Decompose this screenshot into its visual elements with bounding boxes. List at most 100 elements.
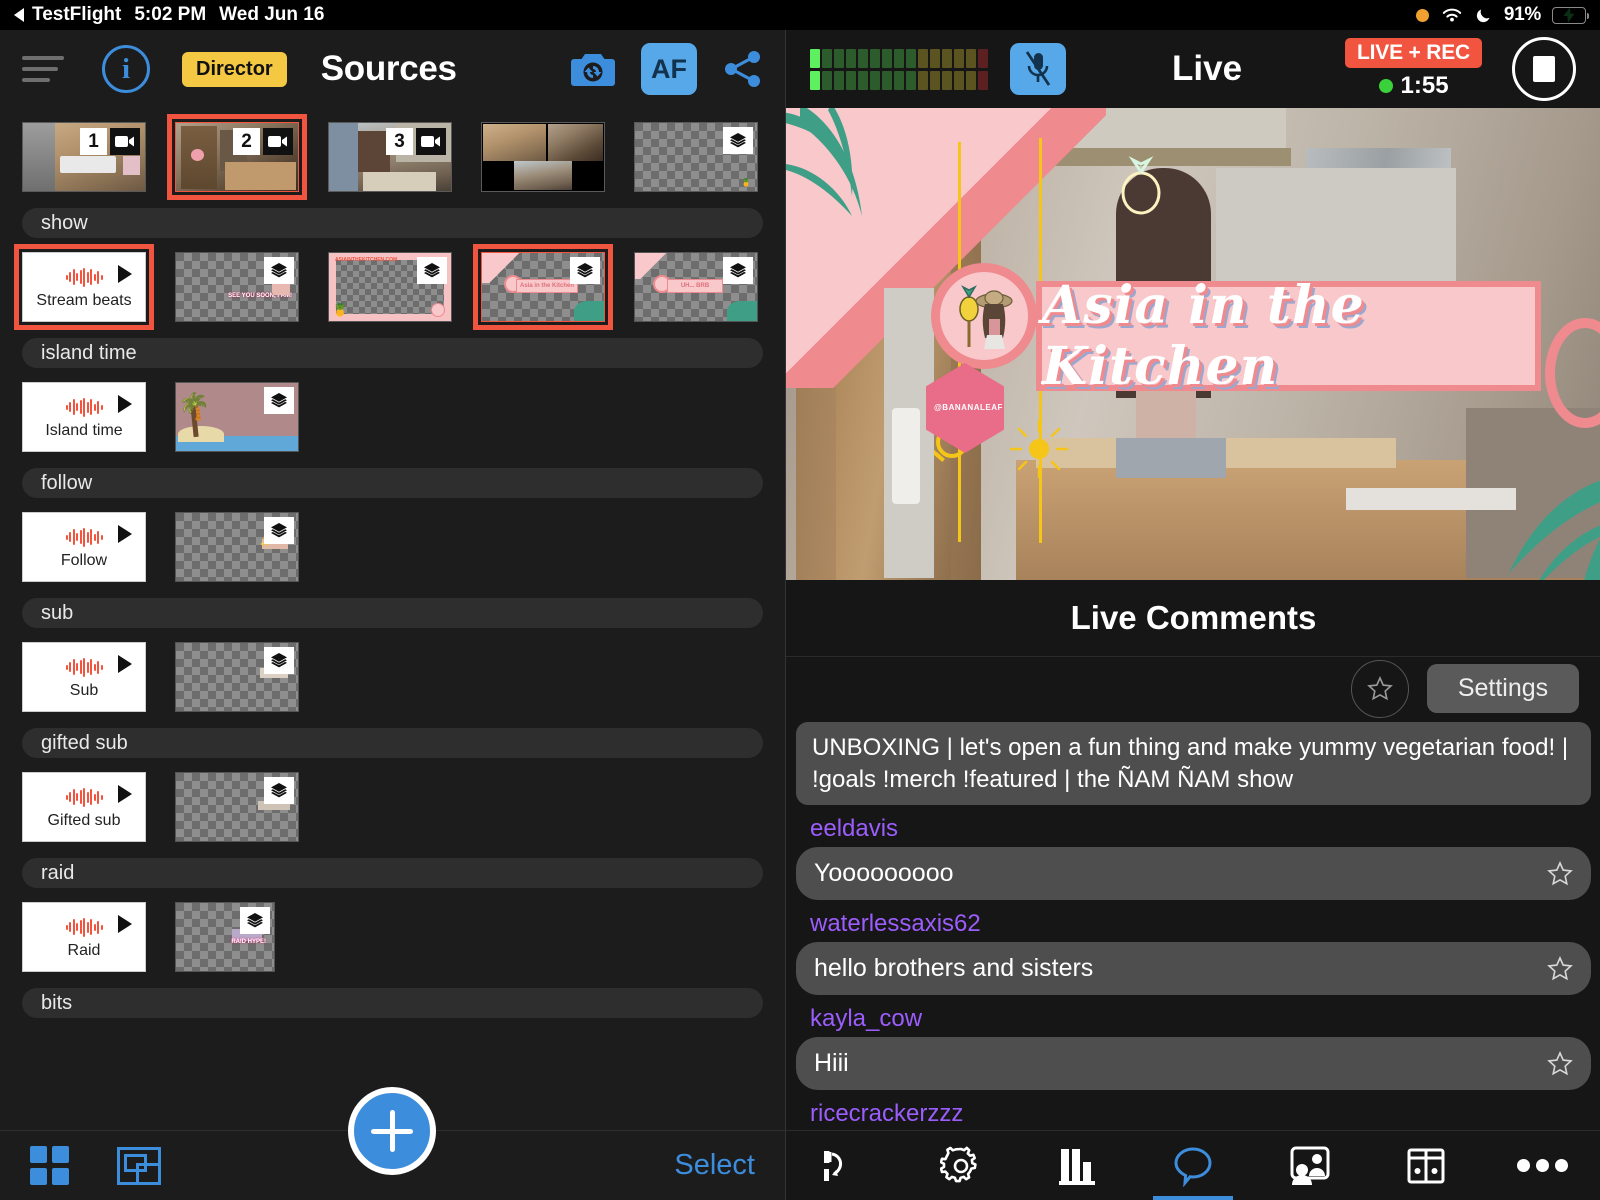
- overlay-thumbnail-transparent[interactable]: 🍍: [634, 122, 758, 192]
- overlay-card-website-frame[interactable]: ASIAINTHEKITCHEN.COM 🍍: [328, 252, 452, 322]
- source-slot[interactable]: [481, 122, 605, 192]
- audio-card-gifted-sub[interactable]: Gifted sub: [22, 772, 146, 842]
- ios-status-bar: TestFlight 5:02 PM Wed Jun 16 91%: [0, 0, 1600, 30]
- overlay-card-follow[interactable]: ✨: [175, 512, 299, 582]
- info-icon[interactable]: i: [102, 45, 150, 93]
- comment-row[interactable]: Yooooooooo: [796, 847, 1591, 901]
- asset-slot[interactable]: [175, 772, 299, 842]
- layers-icon: [264, 257, 294, 284]
- audio-card-sub[interactable]: Sub: [22, 642, 146, 712]
- camera-thumbnail-1[interactable]: 1: [22, 122, 146, 192]
- category-header-gifted-sub[interactable]: gifted sub: [22, 728, 763, 758]
- tab-swap-sources[interactable]: [786, 1131, 902, 1200]
- back-arrow-icon[interactable]: [14, 8, 24, 22]
- overlay-card-sub[interactable]: [175, 642, 299, 712]
- sources-scroll-body[interactable]: 1 2 3 🍍 show Stream beats SEE YOU SOON, …: [0, 108, 785, 1130]
- tab-more[interactable]: [1485, 1131, 1600, 1200]
- source-slot[interactable]: 3: [328, 122, 452, 192]
- tab-comments[interactable]: [1135, 1131, 1251, 1200]
- camera-flip-icon[interactable]: [571, 50, 615, 88]
- palm-leaf-icon: [786, 108, 920, 269]
- category-header-bits[interactable]: bits: [22, 988, 763, 1018]
- play-icon[interactable]: [118, 655, 132, 673]
- audio-card-stream-beats[interactable]: Stream beats: [14, 244, 154, 330]
- tab-stats[interactable]: [1019, 1131, 1135, 1200]
- asset-slot[interactable]: Sub: [22, 642, 146, 712]
- asset-slot[interactable]: RAID HYPE!: [175, 902, 275, 972]
- comment-row[interactable]: Hiii: [796, 1037, 1591, 1091]
- comments-settings-button[interactable]: Settings: [1427, 664, 1579, 713]
- camera-thumbnail-2[interactable]: 2: [167, 114, 307, 200]
- comment-row[interactable]: hello brothers and sisters: [796, 942, 1591, 996]
- overlay-card-uh-brb[interactable]: UH... BRB: [634, 252, 758, 322]
- comment-list[interactable]: UNBOXING | let's open a fun thing and ma…: [786, 718, 1600, 1132]
- asset-slot[interactable]: UH... BRB: [634, 252, 758, 322]
- back-app-label[interactable]: TestFlight: [32, 4, 121, 26]
- overlay-card-gifted-sub[interactable]: [175, 772, 299, 842]
- play-icon[interactable]: [118, 265, 132, 283]
- comment-username[interactable]: ricecrackerzzz: [810, 1100, 1591, 1128]
- director-badge[interactable]: Director: [182, 51, 287, 87]
- hamburger-icon[interactable]: [22, 56, 64, 82]
- overlay-card-see-you-soon[interactable]: SEE YOU SOON, FAM!: [175, 252, 299, 322]
- asset-slot[interactable]: [175, 642, 299, 712]
- layers-icon: [723, 127, 753, 154]
- category-header-show[interactable]: show: [22, 208, 763, 238]
- category-header-island-time[interactable]: island time: [22, 338, 763, 368]
- category-header-raid[interactable]: raid: [22, 858, 763, 888]
- sources-header: i Director Sources AF: [0, 30, 785, 108]
- asset-slot[interactable]: Raid: [22, 902, 146, 972]
- play-icon[interactable]: [118, 915, 132, 933]
- camera-thumbnail-3[interactable]: 3: [328, 122, 452, 192]
- status-bar-left: TestFlight 5:02 PM Wed Jun 16: [14, 4, 324, 26]
- multiview-thumbnail[interactable]: [481, 122, 605, 192]
- comment-username[interactable]: eeldavis: [810, 815, 1591, 843]
- tab-guests[interactable]: [1252, 1131, 1368, 1200]
- asset-slot[interactable]: Asia in the Kitchen: [473, 244, 613, 330]
- autofocus-button[interactable]: AF: [641, 43, 697, 95]
- star-icon[interactable]: [1547, 1050, 1573, 1077]
- add-source-button[interactable]: [348, 1087, 436, 1175]
- tab-scenes[interactable]: [1368, 1131, 1484, 1200]
- category-header-follow[interactable]: follow: [22, 468, 763, 498]
- star-icon[interactable]: [1547, 860, 1573, 887]
- source-slot[interactable]: 🍍: [634, 122, 758, 192]
- audio-card-raid[interactable]: Raid: [22, 902, 146, 972]
- live-preview[interactable]: Asia in the Kitchen @BANANALEAF: [786, 108, 1600, 580]
- overlay-card-raid[interactable]: RAID HYPE!: [175, 902, 275, 972]
- comment-username[interactable]: kayla_cow: [810, 1005, 1591, 1033]
- audio-card-island-time[interactable]: Island time: [22, 382, 146, 452]
- source-slot[interactable]: 2: [167, 114, 307, 200]
- stop-record-button[interactable]: [1512, 37, 1576, 101]
- asset-slot[interactable]: Follow: [22, 512, 146, 582]
- tab-settings[interactable]: [902, 1131, 1018, 1200]
- comment-username[interactable]: waterlessaxis62: [810, 910, 1591, 938]
- star-icon[interactable]: [1547, 955, 1573, 982]
- share-icon[interactable]: [723, 50, 763, 88]
- asset-slot[interactable]: 🌴: [175, 382, 299, 452]
- recording-timer: 1:55: [1378, 72, 1449, 100]
- play-icon[interactable]: [118, 785, 132, 803]
- play-icon[interactable]: [118, 395, 132, 413]
- star-icon[interactable]: [1351, 659, 1409, 718]
- asset-slot[interactable]: ✨: [175, 512, 299, 582]
- grid-view-icon[interactable]: [30, 1146, 69, 1185]
- asset-slot[interactable]: Island time: [22, 382, 146, 452]
- camera-sources-row: 1 2 3 🍍: [22, 108, 763, 200]
- layout-view-icon[interactable]: [117, 1146, 161, 1185]
- mic-muted-icon[interactable]: [1010, 43, 1066, 95]
- overlay-caption: Asia in the Kitchen: [516, 279, 578, 293]
- select-button[interactable]: Select: [674, 1149, 755, 1182]
- asset-slot[interactable]: ASIAINTHEKITCHEN.COM 🍍: [328, 252, 452, 322]
- overlay-card-asia-in-the-kitchen[interactable]: Asia in the Kitchen: [473, 244, 613, 330]
- overlay-card-palm-tree[interactable]: 🌴: [175, 382, 299, 452]
- asset-slot[interactable]: Stream beats: [14, 244, 154, 330]
- asset-row-island-time: Island time 🌴: [22, 368, 763, 452]
- source-slot[interactable]: 1: [22, 122, 146, 192]
- asset-slot[interactable]: SEE YOU SOON, FAM!: [175, 252, 299, 322]
- audio-card-follow[interactable]: Follow: [22, 512, 146, 582]
- asset-slot[interactable]: Gifted sub: [22, 772, 146, 842]
- category-header-sub[interactable]: sub: [22, 598, 763, 628]
- app-screen: TestFlight 5:02 PM Wed Jun 16 91% i Dire…: [0, 0, 1600, 1200]
- play-icon[interactable]: [118, 525, 132, 543]
